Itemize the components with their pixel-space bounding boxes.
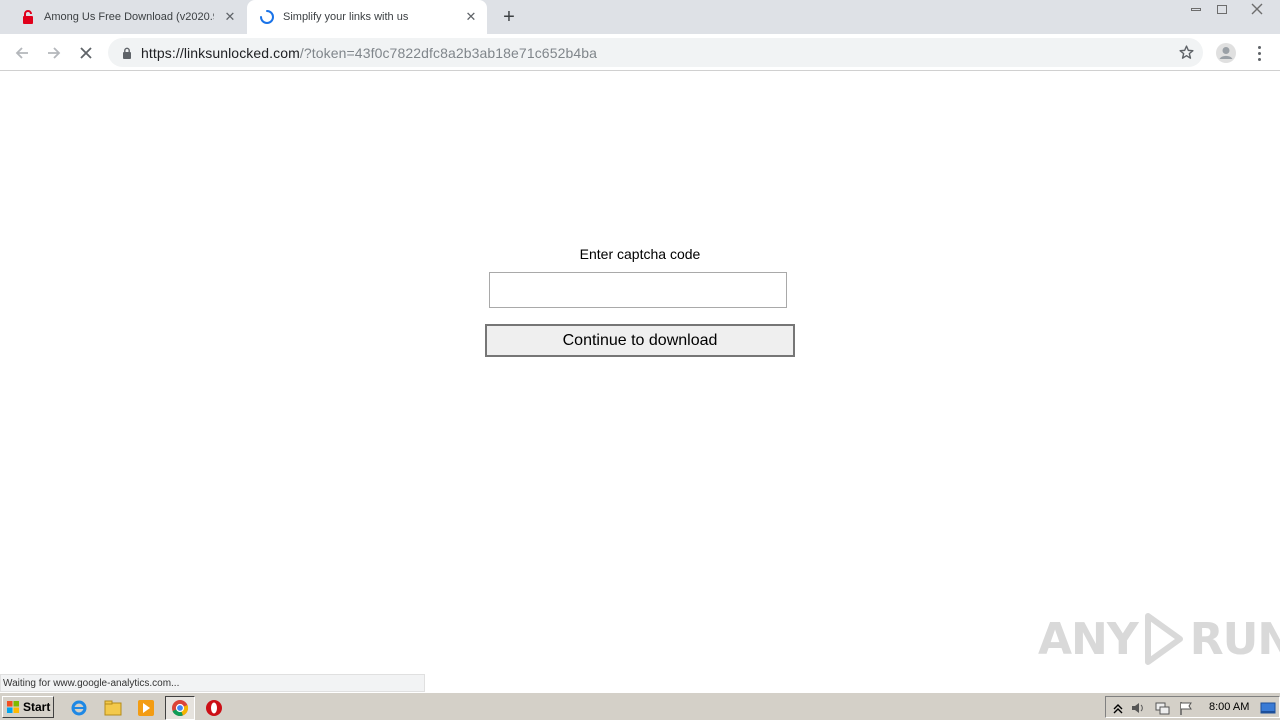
browser-toolbar: https://linksunlocked.com/?token=43f0c78… bbox=[0, 34, 1280, 71]
system-tray: 8:00 AM bbox=[1105, 696, 1280, 718]
continue-to-download-button[interactable]: Continue to download bbox=[485, 324, 795, 357]
minimize-button[interactable] bbox=[1183, 0, 1209, 18]
address-bar[interactable]: https://linksunlocked.com/?token=43f0c78… bbox=[108, 38, 1203, 67]
url-host: https://linksunlocked.com bbox=[141, 44, 300, 61]
url-text: https://linksunlocked.com/?token=43f0c78… bbox=[141, 45, 597, 61]
new-tab-button[interactable]: + bbox=[497, 5, 521, 29]
tab-simplify-links[interactable]: Simplify your links with us ✕ bbox=[247, 0, 487, 34]
profile-avatar-icon[interactable] bbox=[1215, 42, 1237, 64]
close-icon bbox=[1251, 3, 1263, 15]
opera-icon[interactable] bbox=[204, 698, 224, 718]
loading-spinner-icon bbox=[260, 10, 274, 24]
chevron-up-icon[interactable] bbox=[1110, 700, 1126, 716]
action-center-flag-icon[interactable] bbox=[1178, 700, 1194, 716]
watermark-left-text: ANY bbox=[1038, 613, 1139, 665]
stop-x-icon bbox=[80, 47, 92, 59]
start-button[interactable]: Start bbox=[2, 696, 54, 718]
clock[interactable]: 8:00 AM bbox=[1209, 701, 1249, 713]
url-path: /?token=43f0c7822dfc8a2b3ab18e71c652b4ba bbox=[299, 44, 598, 61]
star-icon[interactable] bbox=[1178, 44, 1195, 61]
chrome-taskbar-button[interactable] bbox=[165, 696, 195, 720]
captcha-input[interactable] bbox=[489, 272, 787, 308]
page-content: Enter captcha code Continue to download … bbox=[0, 72, 1280, 692]
arrow-right-icon bbox=[48, 47, 61, 59]
watermark-right-text: RUN bbox=[1189, 613, 1280, 665]
folder-icon bbox=[104, 700, 122, 716]
status-bubble: Waiting for www.google-analytics.com... bbox=[0, 674, 425, 692]
restore-button[interactable] bbox=[1209, 0, 1235, 18]
tab-title: Simplify your links with us bbox=[283, 11, 409, 23]
forward-button[interactable] bbox=[41, 40, 67, 66]
window-close-button[interactable] bbox=[1237, 0, 1277, 18]
volume-icon[interactable] bbox=[1130, 700, 1146, 716]
play-icon bbox=[138, 700, 154, 716]
tab-strip: Among Us Free Download (v2020.9 ✕ Simpli… bbox=[0, 0, 1280, 34]
red-lock-favicon-icon bbox=[23, 10, 33, 24]
start-label: Start bbox=[23, 700, 51, 714]
captcha-label: Enter captcha code bbox=[579, 246, 701, 262]
show-desktop-icon[interactable] bbox=[1260, 700, 1276, 716]
lock-icon[interactable] bbox=[120, 46, 134, 60]
close-icon[interactable]: ✕ bbox=[463, 9, 479, 25]
back-button[interactable] bbox=[9, 40, 35, 66]
taskbar: Start 8:00 AM bbox=[0, 692, 1280, 720]
tab-among-us[interactable]: Among Us Free Download (v2020.9 ✕ bbox=[8, 0, 246, 34]
tab-title: Among Us Free Download (v2020.9 bbox=[44, 11, 214, 23]
file-explorer-icon[interactable] bbox=[103, 698, 123, 718]
network-icon[interactable] bbox=[1154, 700, 1170, 716]
chrome-logo-icon bbox=[172, 700, 189, 717]
opera-logo-icon bbox=[206, 700, 222, 716]
media-player-icon[interactable] bbox=[136, 698, 156, 718]
anyrun-watermark: ANY RUN bbox=[1038, 610, 1280, 668]
arrow-left-icon bbox=[15, 47, 28, 59]
ie-logo-icon bbox=[71, 700, 87, 716]
play-logo-icon bbox=[1144, 613, 1183, 665]
windows-flag-icon bbox=[7, 701, 19, 713]
stop-loading-button[interactable] bbox=[73, 40, 99, 66]
kebab-menu-button[interactable] bbox=[1250, 42, 1268, 64]
internet-explorer-icon[interactable] bbox=[69, 698, 89, 718]
close-icon[interactable]: ✕ bbox=[222, 9, 238, 25]
